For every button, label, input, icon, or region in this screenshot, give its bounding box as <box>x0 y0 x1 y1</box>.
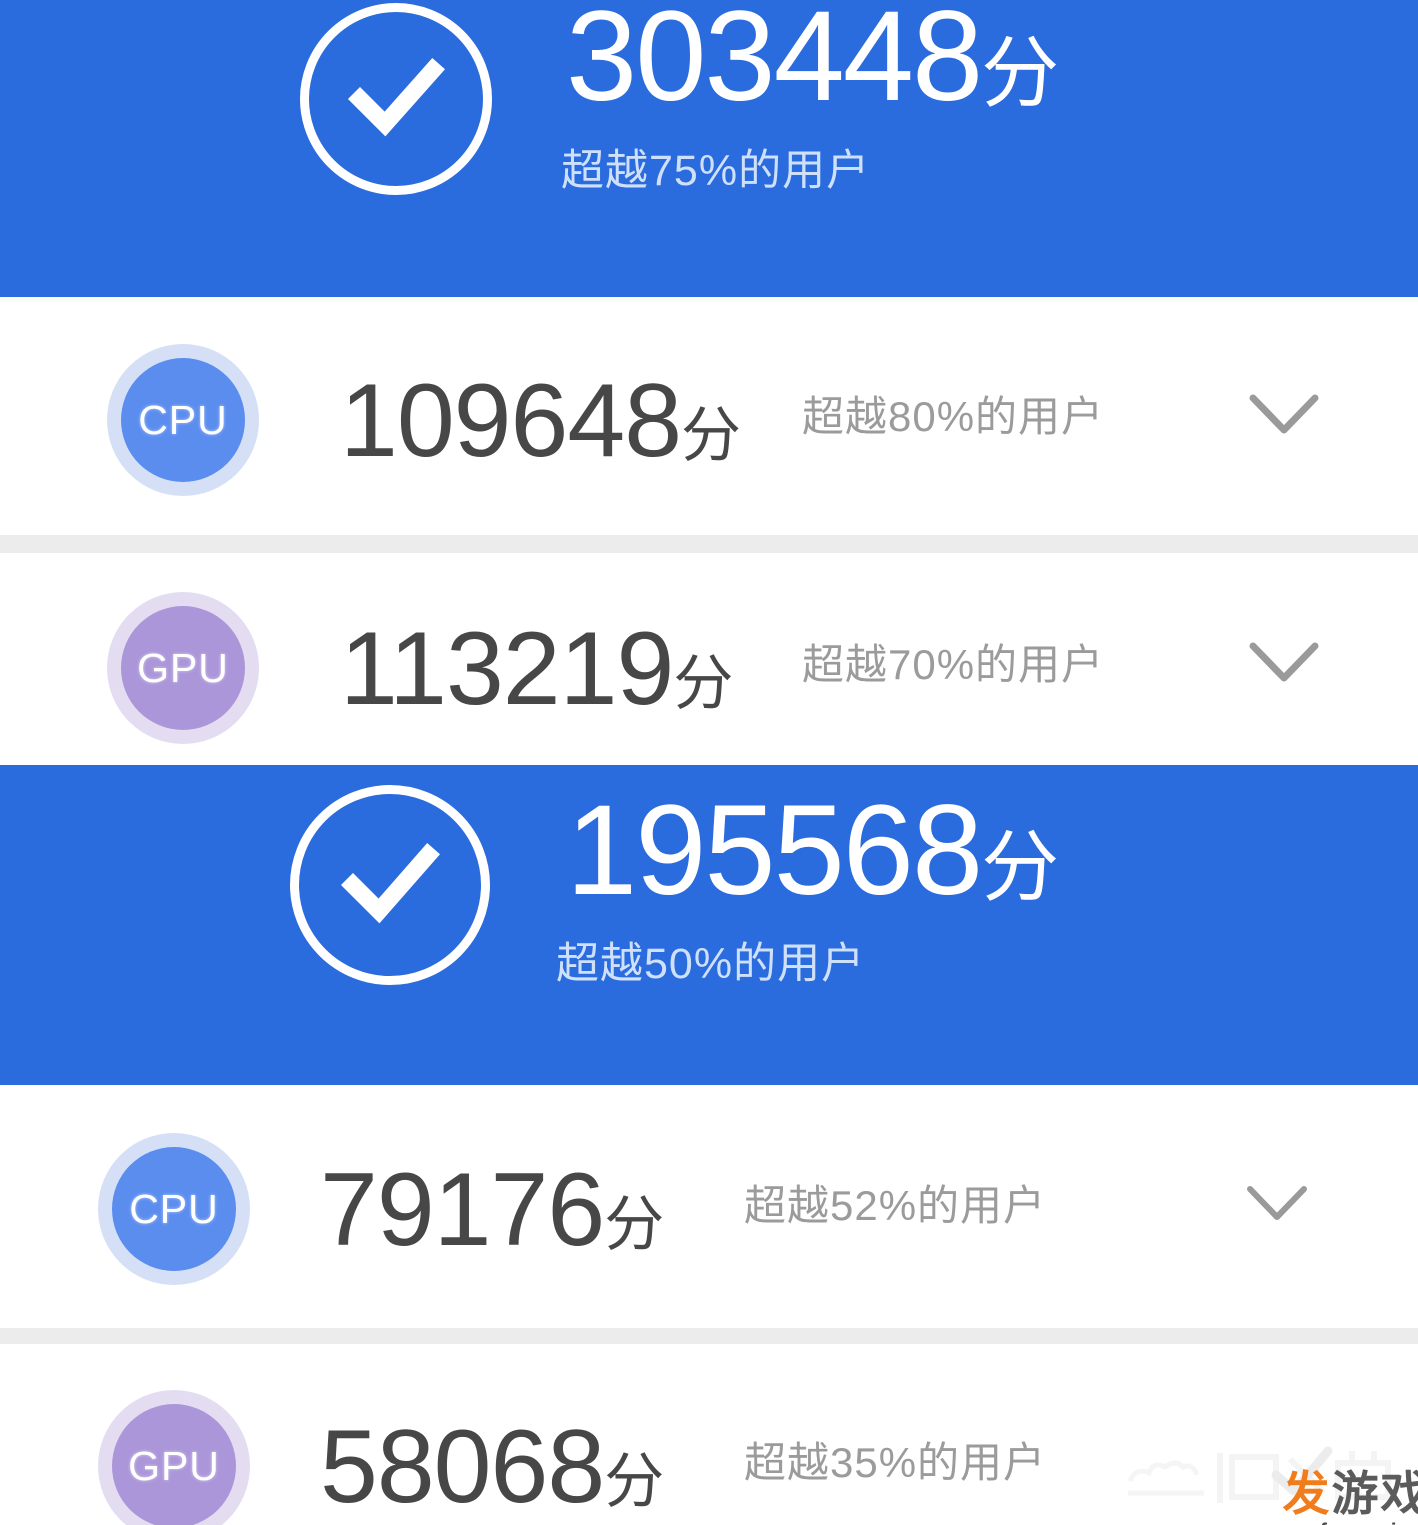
cpu-score-value-2: 79176分 <box>320 1158 664 1262</box>
check-circle-icon <box>290 785 490 985</box>
cpu-row-1[interactable]: CPU 109648分 超越80%的用户 <box>0 302 1418 535</box>
check-circle-icon <box>300 3 492 195</box>
total-score-value-1: 303448分 <box>566 0 1059 121</box>
cpu-badge-icon: CPU <box>121 358 245 482</box>
watermark-brand-char2: 游戏 <box>1331 1467 1418 1520</box>
chevron-down-icon[interactable] <box>1248 392 1320 443</box>
total-score-banner-2: 195568分 超越50%的用户 <box>0 765 1418 1085</box>
score-number: 113219 <box>340 611 674 727</box>
gpu-row-1[interactable]: GPU 113219分 超越70%的用户 <box>0 553 1418 765</box>
watermark-url: www.fayouxi.com <box>1264 1521 1418 1525</box>
chevron-down-icon[interactable] <box>1245 1183 1309 1230</box>
score-unit: 分 <box>604 1191 665 1258</box>
site-watermark: 发游戏 www.fayouxi.com <box>1264 1470 1418 1525</box>
total-score-value-2: 195568分 <box>566 787 1059 915</box>
score-unit: 分 <box>604 1448 665 1515</box>
total-score-percentile-2: 超越50%的用户 <box>556 940 866 988</box>
score-number: 58068 <box>320 1409 605 1525</box>
watermark-brand-text: 发游戏 <box>1264 1470 1418 1517</box>
total-score-percentile-1: 超越75%的用户 <box>561 147 871 195</box>
score-unit: 分 <box>981 29 1059 117</box>
score-number: 79176 <box>320 1152 605 1268</box>
watermark-brand-char1: 发 <box>1282 1467 1332 1520</box>
cpu-score-value-1: 109648分 <box>340 369 741 473</box>
score-number: 109648 <box>340 363 682 479</box>
row-divider-2 <box>0 1328 1418 1344</box>
gpu-score-value-1: 113219分 <box>340 617 733 721</box>
score-number: 195568 <box>566 779 983 922</box>
gpu-badge-icon: GPU <box>121 606 245 730</box>
cpu-percentile-1: 超越80%的用户 <box>802 393 1105 440</box>
score-unit: 分 <box>673 650 734 717</box>
chevron-down-icon[interactable] <box>1248 640 1320 691</box>
score-number: 303448 <box>566 0 983 128</box>
total-score-banner-1: 303448分 超越75%的用户 <box>0 0 1418 297</box>
gpu-badge-icon: GPU <box>112 1404 236 1525</box>
cpu-badge-icon: CPU <box>112 1147 236 1271</box>
row-divider-1 <box>0 535 1418 553</box>
cpu-percentile-2: 超越52%的用户 <box>744 1182 1047 1229</box>
score-unit: 分 <box>981 823 1059 911</box>
benchmark-result-screen: 303448分 超越75%的用户 CPU 109648分 超越80%的用户 GP… <box>0 0 1418 1525</box>
score-unit: 分 <box>681 402 742 469</box>
gpu-percentile-2: 超越35%的用户 <box>744 1439 1047 1486</box>
gpu-score-value-2: 58068分 <box>320 1415 664 1519</box>
gpu-percentile-1: 超越70%的用户 <box>802 641 1105 688</box>
cpu-row-2[interactable]: CPU 79176分 超越52%的用户 <box>0 1085 1418 1328</box>
